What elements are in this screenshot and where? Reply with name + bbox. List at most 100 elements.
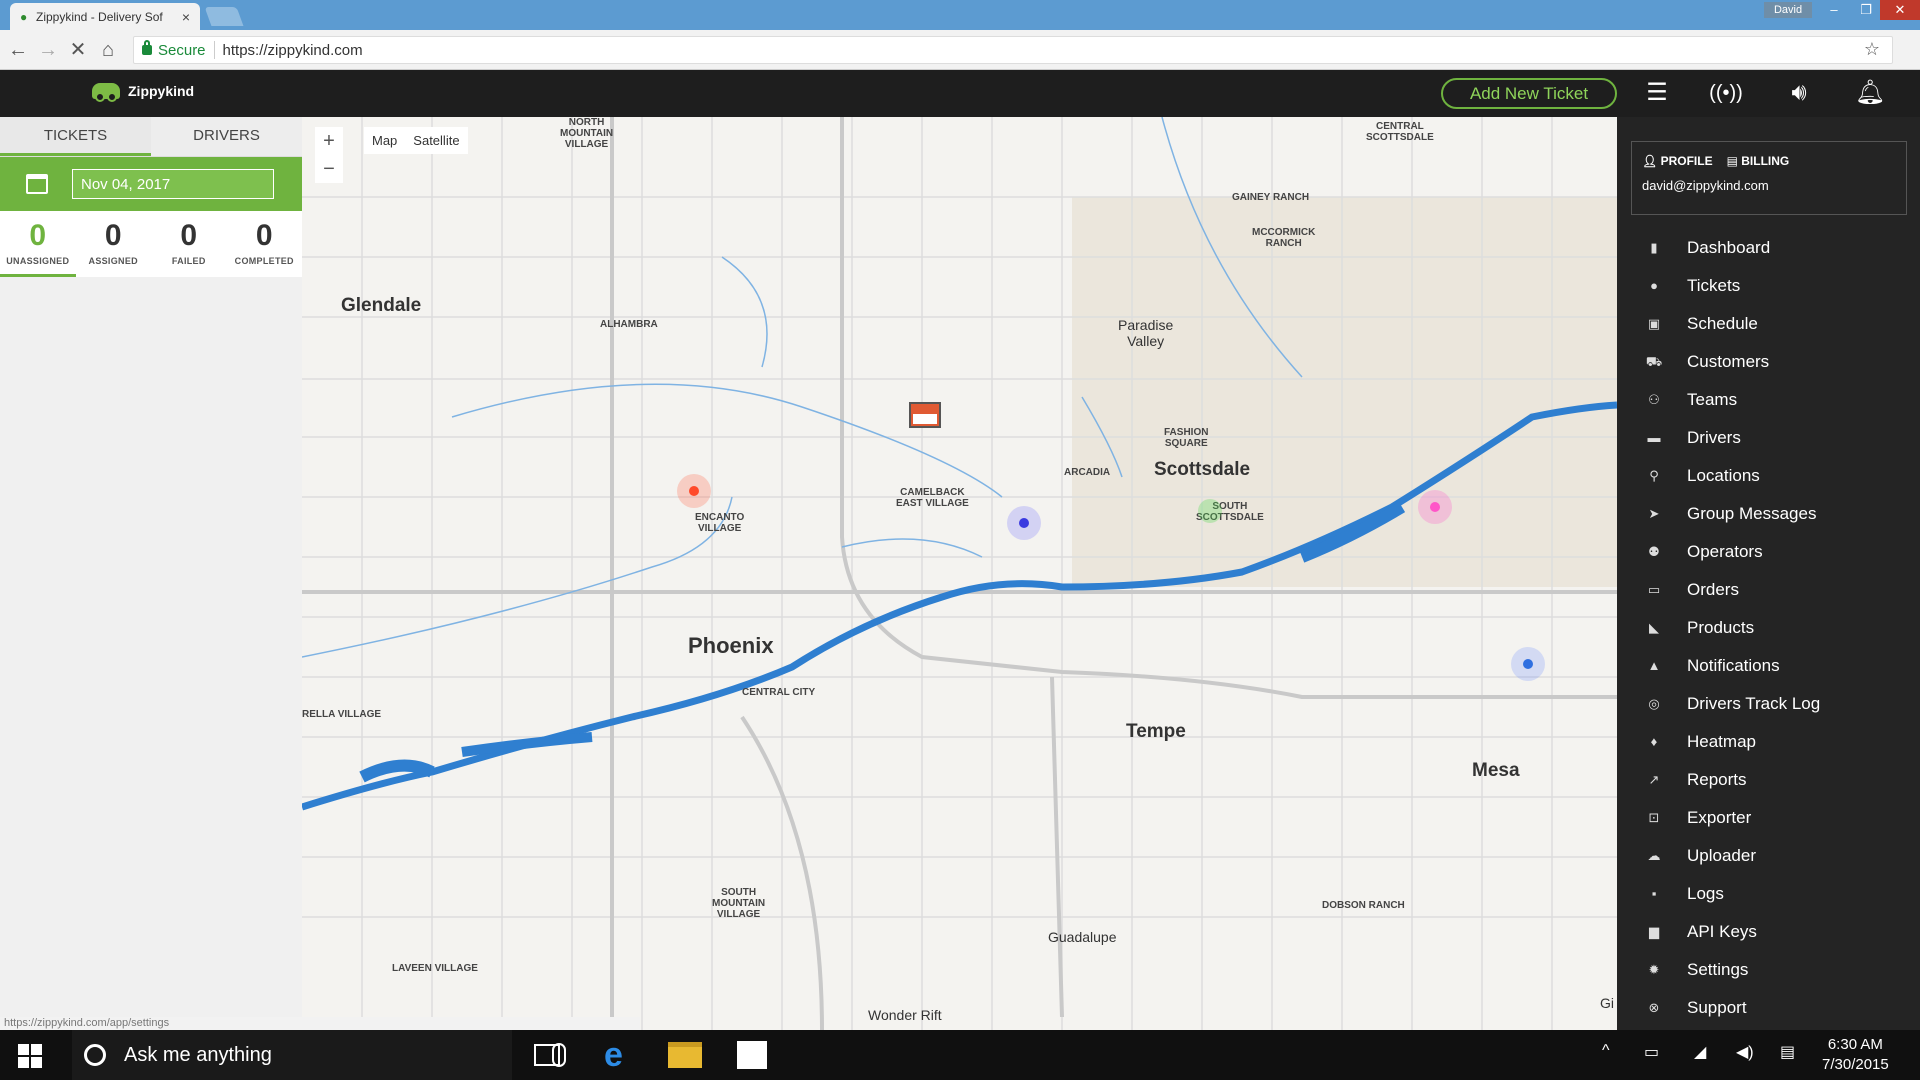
clock-time: 6:30 AM [1827, 1036, 1883, 1053]
nav-label: Exporter [1687, 808, 1752, 827]
nav-customers[interactable]: ⛟ Customers [1645, 343, 1820, 381]
date-bar [0, 157, 302, 211]
tag-icon: ◣ [1649, 620, 1659, 635]
tab-title: Zippykind - Delivery Sof [36, 9, 163, 24]
address-bar[interactable]: Secure https://zippykind.com ☆ [133, 36, 1893, 64]
nav-schedule[interactable]: ▣ Schedule [1645, 305, 1820, 343]
zoom-in-button[interactable]: + [315, 127, 343, 155]
nav-label: Notifications [1687, 656, 1780, 675]
nav-label: Customers [1687, 352, 1770, 371]
edge-browser-icon[interactable]: e [604, 1038, 638, 1072]
date-field[interactable] [72, 169, 274, 199]
browser-tab[interactable]: ● Zippykind - Delivery Sof × [10, 3, 200, 30]
map-roads-water [302, 117, 1617, 1030]
stop-icon[interactable]: ✕ [66, 38, 90, 62]
nav-tickets[interactable]: ● Tickets [1645, 267, 1820, 305]
app-header: Zippykind Add New Ticket ☰ ((•)) 🔊︎ 🔔︎ [0, 70, 1920, 117]
clock-date: 7/30/2015 [1822, 1056, 1889, 1073]
nav-logs[interactable]: ▪ Logs [1645, 875, 1820, 913]
broadcast-icon[interactable]: ((•)) [1709, 78, 1743, 108]
home-icon[interactable]: ⌂ [96, 38, 120, 62]
minimize-icon[interactable]: – [1818, 0, 1850, 20]
tab-drivers[interactable]: DRIVERS [151, 117, 302, 156]
nav-settings[interactable]: ✹ Settings [1645, 951, 1820, 989]
stat-completed[interactable]: 0 COMPLETED [227, 211, 303, 277]
label-wonder-rift: Wonder Rift [868, 1007, 942, 1023]
forward-icon[interactable]: → [36, 38, 60, 62]
browser-toolbar: ← → ✕ ⌂ Secure https://zippykind.com ☆ [0, 30, 1920, 70]
nav-heatmap[interactable]: ♦ Heatmap [1645, 723, 1820, 761]
task-view-icon[interactable] [534, 1044, 560, 1066]
right-sidebar: 👤︎ PROFILE ▤ BILLING david@zippykind.com… [1617, 117, 1920, 1030]
stat-label: COMPLETED [234, 256, 294, 266]
zoom-out-button[interactable]: − [315, 155, 343, 183]
add-new-ticket-button[interactable]: Add New Ticket [1441, 78, 1617, 109]
nav-drivers[interactable]: ▬ Drivers [1645, 419, 1820, 457]
nav-uploader[interactable]: ☁ Uploader [1645, 837, 1820, 875]
tray-expand-icon[interactable]: ^ [1602, 1042, 1610, 1060]
window-close-icon[interactable]: ✕ [1880, 0, 1920, 20]
nav-operators[interactable]: ⚉ Operators [1645, 533, 1820, 571]
bell-icon: ▲ [1647, 658, 1661, 673]
secure-indicator[interactable]: Secure [142, 40, 206, 59]
driver-marker-green[interactable] [1198, 499, 1222, 523]
nav-notifications[interactable]: ▲ Notifications [1645, 647, 1820, 685]
nav-orders[interactable]: ▭ Orders [1645, 571, 1820, 609]
action-center-icon[interactable]: ▤ [1780, 1042, 1795, 1062]
store-marker-icon[interactable] [909, 402, 941, 428]
nav-locations[interactable]: ⚲ Locations [1645, 457, 1820, 495]
hamburger-menu-icon[interactable]: ☰ [1640, 78, 1674, 108]
label-dobson-ranch: DOBSON RANCH [1322, 900, 1405, 911]
chart-icon: ↗ [1648, 772, 1660, 787]
map-type-control: Map Satellite [364, 127, 468, 154]
nav-api-keys[interactable]: ▆ API Keys [1645, 913, 1820, 951]
label-north-mountain: NORTH MOUNTAIN VILLAGE [560, 117, 614, 150]
new-tab-button[interactable] [204, 7, 244, 26]
nav-label: Tickets [1687, 276, 1741, 295]
map-type-satellite[interactable]: Satellite [405, 127, 467, 154]
stat-failed[interactable]: 0 FAILED [151, 211, 227, 277]
windows-start-icon[interactable] [18, 1044, 42, 1068]
label-guadalupe: Guadalupe [1048, 929, 1117, 945]
label-estrella: RELLA VILLAGE [302, 709, 382, 720]
store-icon[interactable] [737, 1041, 767, 1069]
user-email: david@zippykind.com [1642, 178, 1769, 193]
calendar-icon[interactable] [26, 174, 48, 194]
nav-products[interactable]: ◣ Products [1645, 609, 1820, 647]
stat-label: ASSIGNED [88, 256, 138, 266]
map-type-map[interactable]: Map [364, 127, 405, 154]
app-logo[interactable]: Zippykind [92, 83, 194, 102]
nav-exporter[interactable]: ⊡ Exporter [1645, 799, 1820, 837]
nav-support[interactable]: ⊗ Support [1645, 989, 1820, 1027]
url-text[interactable]: https://zippykind.com [223, 42, 363, 59]
wifi-icon[interactable]: ◢ [1694, 1042, 1706, 1062]
stat-unassigned[interactable]: 0 UNASSIGNED [0, 211, 76, 277]
billing-link[interactable]: ▤ BILLING [1727, 154, 1790, 168]
map-canvas[interactable]: + − Map Satellite NORTH MOUNTAIN VILLAGE G… [302, 117, 1617, 1030]
team-icon: ⚇ [1648, 392, 1660, 407]
label-paradise-valley: Paradise Valley [1118, 317, 1174, 349]
file-explorer-icon[interactable] [668, 1042, 702, 1068]
profile-link[interactable]: 👤︎ PROFILE [1642, 154, 1713, 168]
driver-marker-red-dot [689, 486, 699, 496]
restore-icon[interactable]: ❐ [1850, 0, 1882, 20]
speaker-icon[interactable]: ◀) [1736, 1042, 1754, 1062]
battery-icon[interactable]: ▭ [1644, 1042, 1659, 1062]
tab-tickets[interactable]: TICKETS [0, 117, 151, 156]
browser-user-chip[interactable]: David [1764, 2, 1812, 18]
stat-assigned[interactable]: 0 ASSIGNED [76, 211, 152, 277]
bookmark-star-icon[interactable]: ☆ [1864, 39, 1880, 60]
nav-reports[interactable]: ↗ Reports [1645, 761, 1820, 799]
nav-teams[interactable]: ⚇ Teams [1645, 381, 1820, 419]
bell-icon[interactable]: 🔔︎ [1853, 78, 1887, 108]
nav-label: Settings [1687, 960, 1749, 979]
nav-dashboard[interactable]: ▮ Dashboard [1645, 229, 1820, 267]
system-clock[interactable]: 6:30 AM 7/30/2015 [1822, 1035, 1889, 1075]
tab-close-icon[interactable]: × [182, 9, 190, 25]
cortana-search[interactable]: Ask me anything [72, 1030, 566, 1080]
label-gainey-ranch: GAINEY RANCH [1232, 192, 1310, 203]
nav-drivers-track-log[interactable]: ◎ Drivers Track Log [1645, 685, 1820, 723]
nav-group-messages[interactable]: ➤ Group Messages [1645, 495, 1820, 533]
back-icon[interactable]: ← [6, 38, 30, 62]
volume-icon[interactable]: 🔊︎ [1782, 78, 1816, 108]
